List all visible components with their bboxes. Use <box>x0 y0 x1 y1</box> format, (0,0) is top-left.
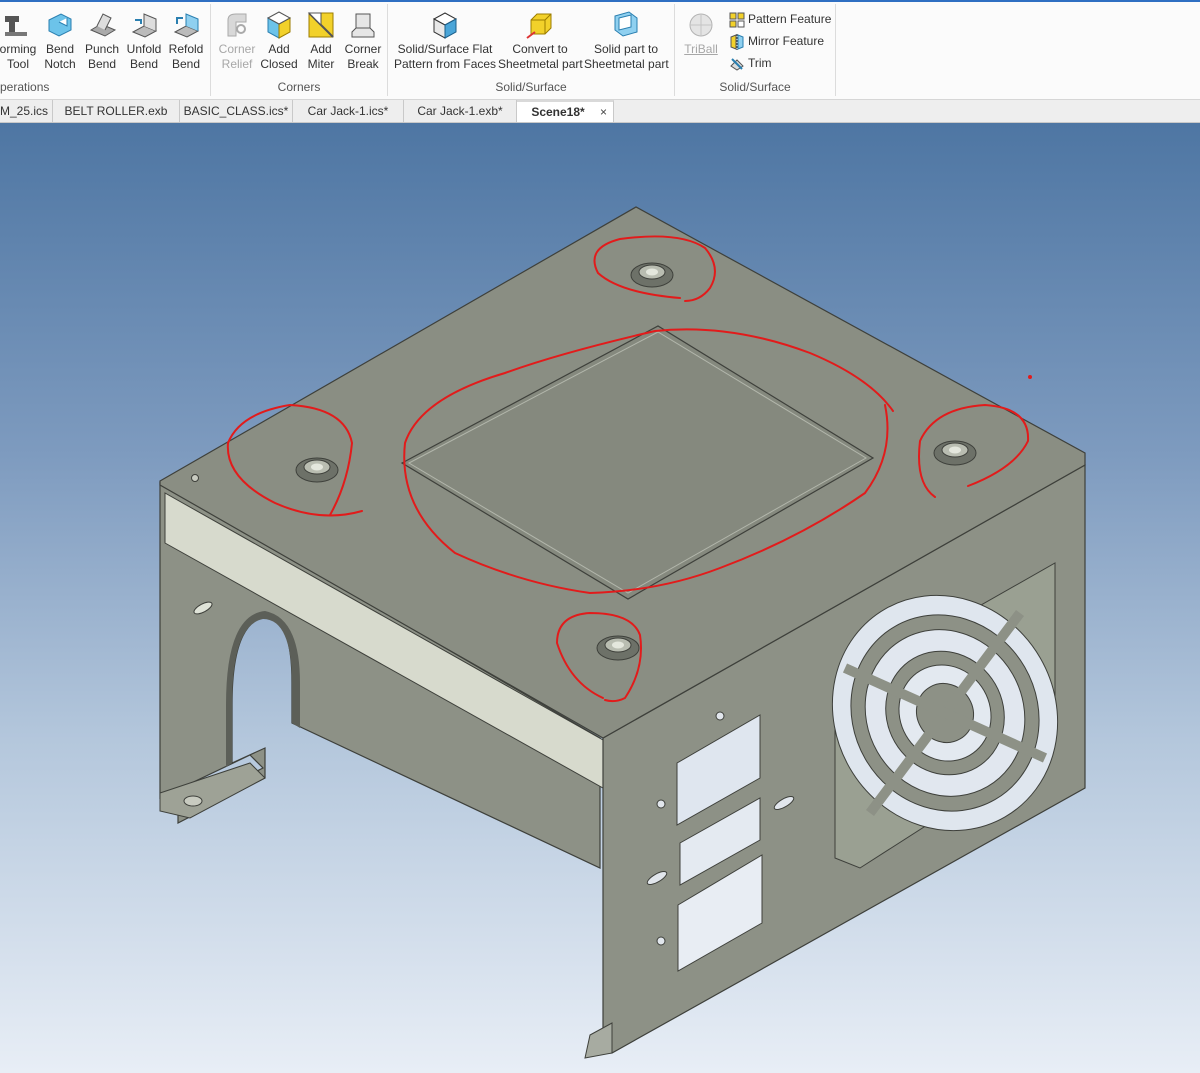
flat-pattern-line2: Pattern from Faces <box>394 57 497 71</box>
ribbon-accent-line <box>0 0 1200 2</box>
group-label-solid-surface: Solid/Surface <box>495 80 567 94</box>
triball-button[interactable]: TriBall <box>681 10 721 57</box>
corner-relief-line1: Corner <box>218 42 256 56</box>
ribbon-group-corners: Corner Relief Add Closed Add Miter Corne… <box>211 4 388 96</box>
convert-sheetmetal-line1: Convert to <box>512 42 568 56</box>
add-closed-line2: Closed <box>260 57 298 71</box>
trim-icon <box>730 58 744 71</box>
convert-sheetmetal-button[interactable]: Convert to Sheetmetal part <box>498 10 583 72</box>
add-miter-button[interactable]: Add Miter <box>301 10 341 72</box>
corner-break-line2: Break <box>347 57 379 71</box>
solid-to-sheetmetal-icon <box>614 11 638 37</box>
punch-bend-icon <box>89 13 117 37</box>
forming-tool-icon <box>5 16 27 36</box>
punch-bend-line1: Punch <box>84 42 120 56</box>
tab-belt-roller[interactable]: BELT ROLLER.exb <box>53 100 180 122</box>
trim-label: Trim <box>748 56 772 70</box>
corner-relief-line2: Relief <box>221 57 253 71</box>
bend-notch-line2: Notch <box>44 57 76 71</box>
solid-to-sheetmetal-line1: Solid part to <box>593 42 659 56</box>
group-label-corners: Corners <box>277 80 321 94</box>
solid-to-sheetmetal-line2: Sheetmetal part <box>584 57 669 71</box>
pattern-feature-button[interactable]: Pattern Feature <box>729 10 831 28</box>
pattern-feature-icon <box>729 12 745 28</box>
ribbon-group-solid-surface: Solid/Surface Flat Pattern from Faces Co… <box>388 4 675 96</box>
arch-cutout <box>226 611 300 767</box>
add-closed-button[interactable]: Add Closed <box>259 10 299 72</box>
close-tab-icon[interactable]: × <box>600 102 607 122</box>
boss-top <box>630 262 674 288</box>
tab-scene18[interactable]: Scene18* × <box>517 100 614 122</box>
corner-break-button[interactable]: Corner Break <box>343 10 383 72</box>
mount-hole-1 <box>715 711 725 721</box>
triball-line1: TriBall <box>684 42 718 56</box>
flat-pattern-icon <box>432 12 458 39</box>
flat-pattern-line1: Solid/Surface Flat <box>397 42 493 56</box>
mirror-feature-label: Mirror Feature <box>748 34 825 48</box>
ribbon-group-operations: orming Tool Bend Notch Punch Bend Unfold… <box>0 4 211 96</box>
unfold-bend-line1: Unfold <box>126 42 162 56</box>
convert-sheetmetal-line2: Sheetmetal part <box>498 57 583 71</box>
refold-bend-line2: Bend <box>171 57 201 71</box>
unfold-bend-icon <box>131 13 158 38</box>
small-hole-top-left <box>191 474 199 482</box>
document-tab-bar: M_25.ics BELT ROLLER.exb BASIC_CLASS.ics… <box>0 100 1200 123</box>
boss-right <box>933 440 977 466</box>
pattern-feature-label: Pattern Feature <box>748 12 832 26</box>
ribbon-toolbar: orming Tool Bend Notch Punch Bend Unfold… <box>0 0 1200 100</box>
mirror-feature-button[interactable]: Mirror Feature <box>729 32 824 50</box>
boss-bottom <box>596 635 640 661</box>
corner-break-icon <box>351 13 375 38</box>
corner-relief-button[interactable]: Corner Relief <box>217 10 257 72</box>
tab-m25[interactable]: M_25.ics <box>0 100 53 122</box>
unfold-bend-button[interactable]: Unfold Bend <box>124 10 164 72</box>
foot-hole <box>183 795 203 807</box>
tab-scene18-label: Scene18* <box>531 105 585 119</box>
mount-hole-3 <box>656 936 666 946</box>
sheetmetal-enclosure-model <box>159 206 1086 1059</box>
triball-icon <box>689 13 713 37</box>
boss-left <box>295 457 339 483</box>
tab-belt-roller-label: BELT ROLLER.exb <box>64 104 168 118</box>
add-miter-icon <box>307 12 334 38</box>
tab-car-jack-ics-label: Car Jack-1.ics* <box>307 104 389 118</box>
add-closed-icon <box>266 11 292 39</box>
bend-notch-line1: Bend <box>45 42 75 56</box>
forming-tool-button[interactable]: orming Tool <box>0 10 40 72</box>
add-miter-line1: Add <box>310 42 332 56</box>
punch-bend-button[interactable]: Punch Bend <box>82 10 122 72</box>
mirror-feature-icon <box>730 33 744 50</box>
group-label-operations: perations <box>0 80 50 94</box>
punch-bend-line2: Bend <box>87 57 117 71</box>
trim-button[interactable]: Trim <box>729 54 772 72</box>
add-closed-line1: Add <box>268 42 290 56</box>
tab-car-jack-exb-label: Car Jack-1.exb* <box>417 104 503 118</box>
add-miter-line2: Miter <box>307 57 335 71</box>
refold-bend-button[interactable]: Refold Bend <box>166 10 206 72</box>
forming-tool-line1: orming <box>0 42 37 56</box>
right-bottom-flange <box>584 1022 613 1059</box>
refold-bend-line1: Refold <box>168 42 204 56</box>
ribbon-group-solid-surface-2: TriBall Pattern Feature Mirror Feature T… <box>675 4 836 96</box>
convert-sheetmetal-icon <box>526 13 552 39</box>
flat-pattern-button[interactable]: Solid/Surface Flat Pattern from Faces <box>394 10 496 72</box>
corner-break-line1: Corner <box>344 42 382 56</box>
tab-basic-class[interactable]: BASIC_CLASS.ics* <box>180 100 293 122</box>
solid-to-sheetmetal-button[interactable]: Solid part to Sheetmetal part <box>584 10 669 72</box>
forming-tool-line2: Tool <box>6 57 29 71</box>
tab-car-jack-exb[interactable]: Car Jack-1.exb* <box>404 100 517 122</box>
mount-hole-2 <box>656 799 666 809</box>
3d-viewport[interactable] <box>0 123 1200 1073</box>
tab-m25-label: M_25.ics <box>0 104 49 118</box>
group-label-solid-surface-2: Solid/Surface <box>719 80 791 94</box>
bend-notch-icon <box>48 13 72 37</box>
annotation-dot <box>1028 375 1032 379</box>
tab-basic-class-label: BASIC_CLASS.ics* <box>183 104 289 118</box>
tab-car-jack-ics[interactable]: Car Jack-1.ics* <box>293 100 404 122</box>
bend-notch-button[interactable]: Bend Notch <box>40 10 80 72</box>
refold-bend-icon <box>173 13 200 38</box>
unfold-bend-line2: Bend <box>129 57 159 71</box>
corner-relief-icon <box>227 13 247 37</box>
